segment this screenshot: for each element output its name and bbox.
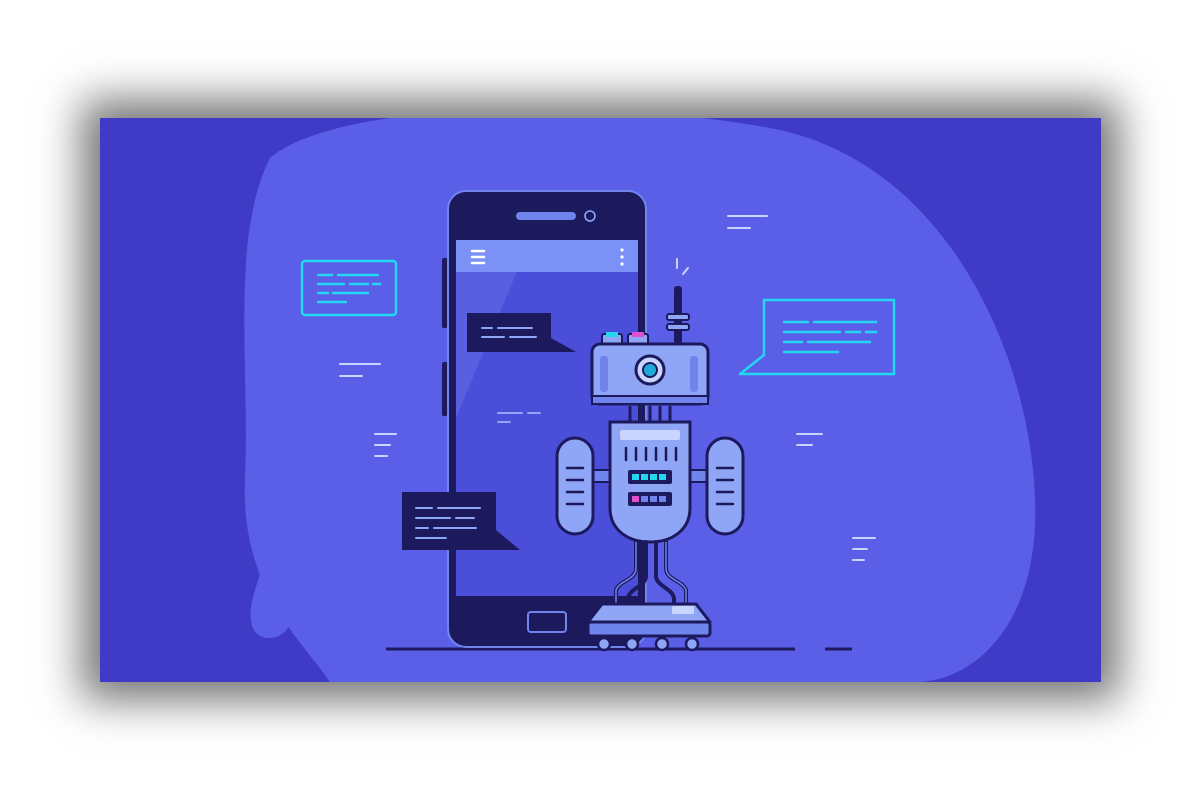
camera-icon <box>584 210 596 222</box>
illustration-frame <box>100 118 1101 682</box>
speaker-icon <box>516 212 576 220</box>
more-options-icon <box>620 248 624 266</box>
smartphone-icon <box>442 190 647 648</box>
robot-torso <box>608 420 692 544</box>
robot-head <box>590 342 710 406</box>
chatbot-illustration <box>100 118 1101 682</box>
